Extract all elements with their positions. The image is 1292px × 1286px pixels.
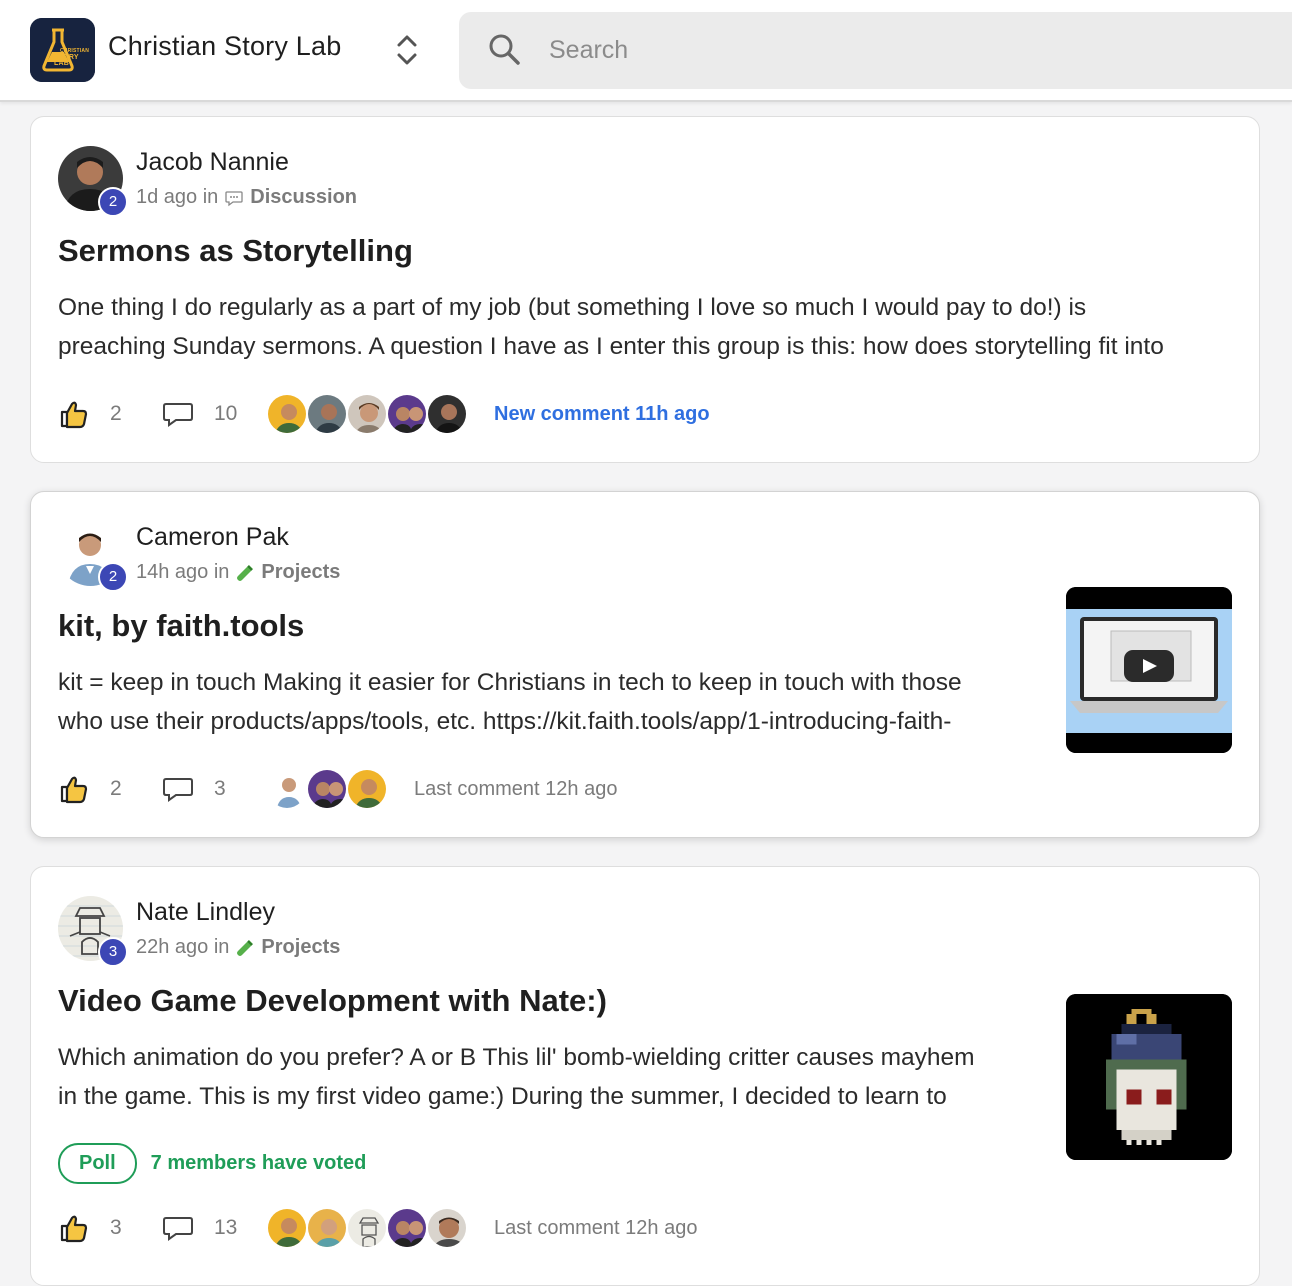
comment-icon[interactable]: [162, 398, 194, 430]
commenter-avatar[interactable]: [306, 1207, 348, 1249]
comment-count: 13: [214, 1216, 238, 1239]
commenter-avatar[interactable]: [346, 393, 388, 435]
commenter-avatars[interactable]: [266, 393, 468, 435]
space-link[interactable]: Projects: [261, 561, 340, 584]
commenter-avatar[interactable]: [306, 768, 348, 810]
level-badge: 2: [98, 562, 128, 592]
poll-badge[interactable]: Poll: [58, 1143, 137, 1184]
thumbs-up-icon[interactable]: [58, 773, 90, 805]
post-meta: 22h ago in Projects: [136, 936, 340, 959]
comment-icon[interactable]: [162, 1212, 194, 1244]
speech-bubble-icon: [225, 190, 243, 206]
excerpt-line: kit = keep in touch Making it easier for…: [58, 669, 962, 696]
post-card[interactable]: 2 Jacob Nannie 1d ago in Discussion Serm…: [30, 116, 1260, 463]
post-excerpt[interactable]: kit = keep in touch Making it easier for…: [58, 663, 1048, 741]
test-tube-icon: [237, 939, 254, 956]
group-name[interactable]: Christian Story Lab: [108, 31, 341, 62]
commenter-avatar[interactable]: [386, 393, 428, 435]
latest-activity[interactable]: Last comment 12h ago: [414, 778, 617, 801]
comment-count: 3: [214, 777, 226, 800]
like-count: 2: [110, 402, 122, 425]
commenter-avatar[interactable]: [306, 393, 348, 435]
search-bar[interactable]: [459, 12, 1292, 89]
excerpt-line: who use their products/apps/tools, etc. …: [58, 708, 952, 735]
space-link[interactable]: Projects: [261, 936, 340, 959]
post-title[interactable]: Video Game Development with Nate:): [58, 983, 607, 1019]
commenter-avatar[interactable]: [266, 768, 308, 810]
pixel-art-thumbnail[interactable]: [1066, 994, 1232, 1160]
group-switcher-icon[interactable]: [392, 30, 422, 70]
space-link[interactable]: Discussion: [250, 186, 357, 209]
level-badge: 2: [98, 187, 128, 217]
commenter-avatars[interactable]: [266, 768, 388, 810]
logo-wordmark-bottom: STORY LAB: [54, 54, 79, 67]
video-thumbnail[interactable]: [1066, 587, 1232, 753]
post-meta: 1d ago in Discussion: [136, 186, 357, 209]
post-time: 14h ago in: [136, 561, 230, 583]
commenter-avatar[interactable]: [386, 1207, 428, 1249]
post-card[interactable]: 3 Nate Lindley 22h ago in Projects Video…: [30, 866, 1260, 1286]
post-title[interactable]: kit, by faith.tools: [58, 608, 304, 644]
post-time: 22h ago in: [136, 936, 230, 958]
post-stats: 2 3 Last comment 12h ago: [58, 768, 617, 810]
excerpt-line: preaching Sunday sermons. A question I h…: [58, 333, 1164, 360]
latest-activity[interactable]: New comment 11h ago: [494, 403, 710, 426]
post-card[interactable]: 2 Cameron Pak 14h ago in Projects kit, b…: [30, 491, 1260, 838]
top-bar: CHRISTIAN STORY LAB Christian Story Lab: [0, 0, 1292, 102]
thumbs-up-icon[interactable]: [58, 398, 90, 430]
excerpt-line: Which animation do you prefer? A or B Th…: [58, 1044, 975, 1071]
like-count: 2: [110, 777, 122, 800]
commenter-avatar[interactable]: [346, 1207, 388, 1249]
test-tube-icon: [237, 564, 254, 581]
excerpt-line: in the game. This is my first video game…: [58, 1083, 947, 1110]
post-excerpt[interactable]: One thing I do regularly as a part of my…: [58, 288, 1238, 366]
comment-count: 10: [214, 402, 238, 425]
poll-vote-count[interactable]: 7 members have voted: [151, 1152, 367, 1175]
post-meta: 14h ago in Projects: [136, 561, 340, 584]
author-name[interactable]: Jacob Nannie: [136, 148, 289, 177]
author-name[interactable]: Cameron Pak: [136, 523, 289, 552]
commenter-avatar[interactable]: [426, 1207, 468, 1249]
post-stats: 2 10 New comment 11h ago: [58, 393, 710, 435]
latest-activity[interactable]: Last comment 12h ago: [494, 1217, 697, 1240]
level-badge: 3: [98, 937, 128, 967]
thumbs-up-icon[interactable]: [58, 1212, 90, 1244]
commenter-avatars[interactable]: [266, 1207, 468, 1249]
search-icon: [489, 34, 520, 65]
excerpt-line: One thing I do regularly as a part of my…: [58, 294, 1087, 321]
author-name[interactable]: Nate Lindley: [136, 898, 275, 927]
commenter-avatar[interactable]: [426, 393, 468, 435]
post-excerpt[interactable]: Which animation do you prefer? A or B Th…: [58, 1038, 1048, 1116]
post-time: 1d ago in: [136, 186, 219, 208]
post-stats: 3 13 Last comment 12h ago: [58, 1207, 697, 1249]
comment-icon[interactable]: [162, 773, 194, 805]
group-logo[interactable]: CHRISTIAN STORY LAB: [30, 18, 95, 82]
post-title[interactable]: Sermons as Storytelling: [58, 233, 413, 269]
search-input[interactable]: [549, 30, 1149, 70]
commenter-avatar[interactable]: [266, 1207, 308, 1249]
poll-row: Poll 7 members have voted: [58, 1143, 366, 1184]
like-count: 3: [110, 1216, 122, 1239]
commenter-avatar[interactable]: [266, 393, 308, 435]
commenter-avatar[interactable]: [346, 768, 388, 810]
